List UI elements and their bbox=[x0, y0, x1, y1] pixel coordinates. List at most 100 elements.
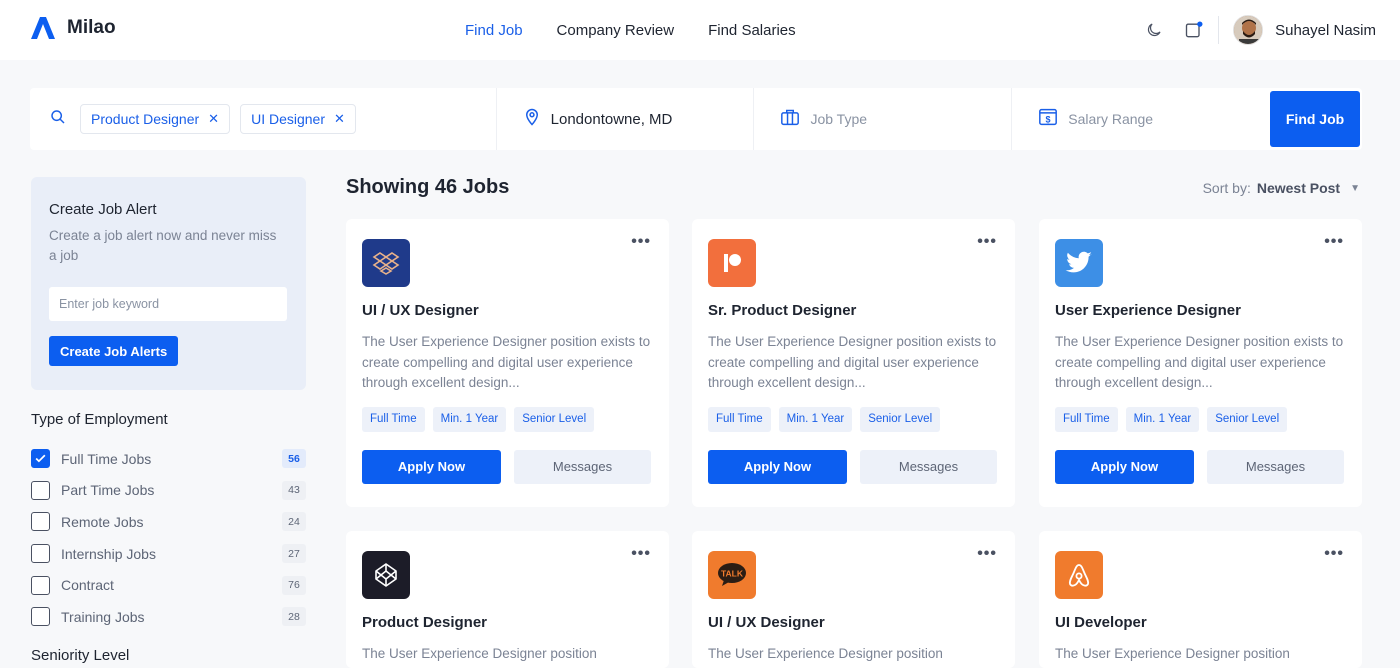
keyword-field[interactable]: Product Designer ✕ UI Designer ✕ bbox=[30, 88, 497, 150]
location-field[interactable]: Londontowne, MD bbox=[497, 88, 755, 150]
sort-label: Sort by: bbox=[1202, 180, 1251, 196]
find-job-button[interactable]: Find Job bbox=[1270, 91, 1360, 147]
job-description: The User Experience Designer position ex… bbox=[708, 334, 997, 390]
job-card[interactable]: ••• Sr. Product Designer The User Experi… bbox=[692, 219, 1015, 507]
job-search-bar: Product Designer ✕ UI Designer ✕ Londont… bbox=[30, 88, 1362, 150]
filter-label: Full Time Jobs bbox=[61, 450, 152, 467]
job-type-field[interactable]: Job Type bbox=[754, 88, 1013, 150]
filter-count: 56 bbox=[282, 449, 306, 469]
job-alert-title: Create Job Alert bbox=[49, 201, 157, 218]
filter-count: 27 bbox=[282, 544, 306, 564]
more-options-icon[interactable]: ••• bbox=[631, 233, 651, 251]
user-avatar[interactable] bbox=[1233, 15, 1264, 45]
filter-label: Training Jobs bbox=[61, 608, 145, 625]
milao-logo-icon bbox=[31, 17, 55, 39]
results-count-heading: Showing 46 Jobs bbox=[346, 176, 510, 198]
job-title[interactable]: Product Designer bbox=[362, 614, 653, 631]
twitter-logo-icon bbox=[1055, 239, 1103, 287]
job-card[interactable]: ••• TALK UI / UX Designer The User Exper… bbox=[692, 531, 1015, 668]
job-actions: Apply Now Messages bbox=[708, 449, 999, 484]
messages-button[interactable]: Messages bbox=[860, 449, 997, 484]
dropbox-logo-icon bbox=[362, 239, 410, 287]
nav-find-job[interactable]: Find Job bbox=[465, 22, 523, 39]
kakaotalk-logo-text: TALK bbox=[721, 569, 744, 579]
job-title[interactable]: UI / UX Designer bbox=[362, 302, 653, 319]
apply-now-button[interactable]: Apply Now bbox=[362, 449, 501, 484]
patreon-logo-icon bbox=[708, 239, 756, 287]
apply-now-button[interactable]: Apply Now bbox=[1055, 449, 1194, 484]
more-options-icon[interactable]: ••• bbox=[977, 233, 997, 251]
more-options-icon[interactable]: ••• bbox=[1324, 233, 1344, 251]
tag-level: Senior Level bbox=[860, 406, 941, 432]
filter-full-time[interactable]: Full Time Jobs 56 bbox=[31, 443, 306, 475]
filter-label: Remote Jobs bbox=[61, 513, 144, 530]
header-actions: Suhayel Nasim bbox=[1144, 0, 1376, 60]
keyword-chip[interactable]: UI Designer ✕ bbox=[240, 104, 356, 134]
salary-range-field[interactable]: $ Salary Range bbox=[1012, 88, 1270, 150]
dark-mode-moon-icon[interactable] bbox=[1144, 20, 1164, 40]
job-title[interactable]: UI / UX Designer bbox=[708, 614, 999, 631]
filter-contract[interactable]: Contract 76 bbox=[31, 569, 306, 601]
svg-text:$: $ bbox=[1046, 114, 1051, 124]
job-tags: Full Time Min. 1 Year Senior Level bbox=[362, 406, 653, 432]
create-job-alerts-button[interactable]: Create Job Alerts bbox=[49, 336, 179, 366]
checkbox[interactable] bbox=[31, 480, 50, 500]
job-title[interactable]: UI Developer bbox=[1055, 614, 1346, 631]
tag-experience: Min. 1 Year bbox=[778, 406, 853, 432]
job-tags: Full Time Min. 1 Year Senior Level bbox=[708, 406, 999, 432]
job-card[interactable]: ••• UI / UX Designer The User Experience… bbox=[346, 219, 669, 507]
job-description: The User Experience Designer position bbox=[362, 646, 597, 661]
checkbox[interactable] bbox=[31, 512, 50, 532]
job-keyword-input[interactable] bbox=[49, 287, 287, 321]
codepen-logo-icon bbox=[362, 551, 410, 599]
notification-icon[interactable] bbox=[1184, 20, 1204, 40]
more-options-icon[interactable]: ••• bbox=[1324, 545, 1344, 563]
job-alert-card: Create Job Alert Create a job alert now … bbox=[31, 177, 306, 390]
job-type-placeholder: Job Type bbox=[810, 111, 868, 127]
chevron-down-icon: ▼ bbox=[1350, 182, 1360, 194]
apply-now-button[interactable]: Apply Now bbox=[708, 449, 847, 484]
sort-dropdown[interactable]: Sort by: Newest Post ▼ bbox=[1203, 180, 1360, 196]
more-options-icon[interactable]: ••• bbox=[977, 545, 997, 563]
job-card[interactable]: ••• UI Developer The User Experience Des… bbox=[1039, 531, 1362, 668]
close-icon[interactable]: ✕ bbox=[208, 111, 219, 127]
job-description: The User Experience Designer position ex… bbox=[1055, 334, 1344, 390]
header-divider bbox=[1218, 16, 1220, 44]
tag-experience: Min. 1 Year bbox=[432, 406, 507, 432]
filter-remote[interactable]: Remote Jobs 24 bbox=[31, 506, 306, 538]
job-description: The User Experience Designer position bbox=[1055, 646, 1290, 661]
tag-level: Senior Level bbox=[514, 406, 595, 432]
job-title[interactable]: User Experience Designer bbox=[1055, 302, 1346, 319]
nav-find-salaries[interactable]: Find Salaries bbox=[708, 22, 796, 39]
tag-employment-type: Full Time bbox=[1055, 406, 1118, 432]
filter-count: 43 bbox=[282, 480, 306, 500]
filter-training[interactable]: Training Jobs 28 bbox=[31, 601, 306, 633]
brand-logo[interactable]: Milao bbox=[31, 16, 116, 40]
nav-company-review[interactable]: Company Review bbox=[557, 22, 675, 39]
checkbox[interactable] bbox=[31, 544, 50, 564]
chip-label: Product Designer bbox=[91, 111, 200, 127]
filter-part-time[interactable]: Part Time Jobs 43 bbox=[31, 475, 306, 507]
employment-filter-list: Full Time Jobs 56 Part Time Jobs 43 Remo… bbox=[31, 443, 306, 633]
more-options-icon[interactable]: ••• bbox=[631, 545, 651, 563]
close-icon[interactable]: ✕ bbox=[334, 111, 345, 127]
filter-count: 76 bbox=[282, 575, 306, 595]
checkbox-checked[interactable] bbox=[31, 449, 50, 469]
messages-button[interactable]: Messages bbox=[514, 449, 651, 484]
user-name[interactable]: Suhayel Nasim bbox=[1275, 22, 1376, 39]
filter-internship[interactable]: Internship Jobs 27 bbox=[31, 538, 306, 570]
tag-employment-type: Full Time bbox=[708, 406, 771, 432]
kakaotalk-logo-icon: TALK bbox=[708, 551, 756, 599]
job-actions: Apply Now Messages bbox=[1055, 449, 1346, 484]
job-actions: Apply Now Messages bbox=[362, 449, 653, 484]
job-card[interactable]: ••• User Experience Designer The User Ex… bbox=[1039, 219, 1362, 507]
job-card[interactable]: ••• Product Designer The User Experience… bbox=[346, 531, 669, 668]
filter-label: Contract bbox=[61, 577, 114, 594]
checkbox[interactable] bbox=[31, 575, 50, 595]
checkbox[interactable] bbox=[31, 607, 50, 627]
job-description: The User Experience Designer position bbox=[708, 646, 943, 661]
seniority-level-heading: Seniority Level bbox=[31, 647, 130, 664]
job-title[interactable]: Sr. Product Designer bbox=[708, 302, 999, 319]
messages-button[interactable]: Messages bbox=[1207, 449, 1344, 484]
keyword-chip[interactable]: Product Designer ✕ bbox=[80, 104, 231, 134]
